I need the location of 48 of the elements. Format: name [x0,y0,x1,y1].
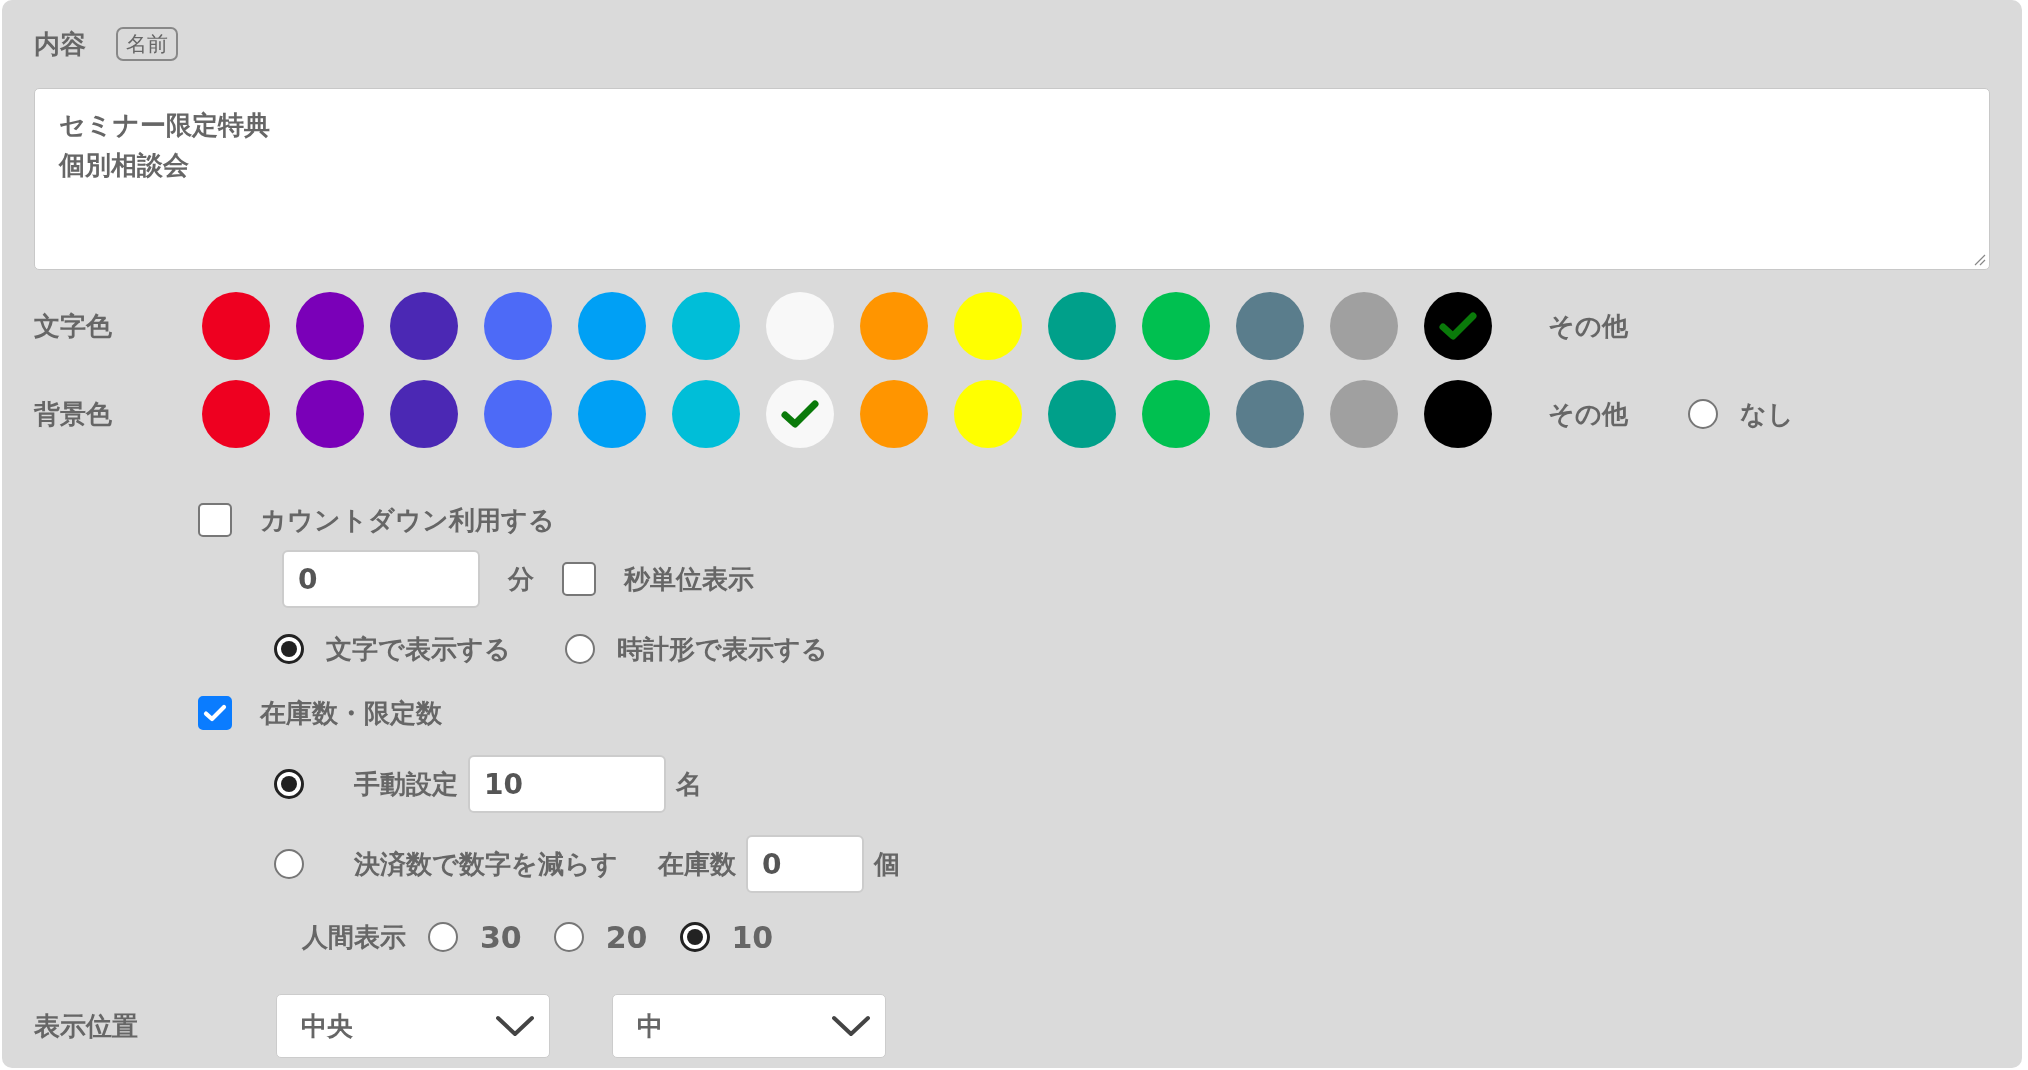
radio-button[interactable] [565,634,595,664]
resize-grip-icon [1974,254,1986,266]
option-label: カウントダウン利用する [260,503,555,537]
row-label: 文字色 [34,309,113,343]
other-color-link[interactable]: その他 [1548,308,1688,344]
unit-label: 個 [874,847,900,881]
section-title: 内容 [34,27,86,61]
option-label: 10 [731,919,774,955]
option-label: 手動設定 [354,767,458,801]
chevron-down-icon [831,1015,871,1037]
radio-button[interactable] [274,849,304,879]
radio-button[interactable] [553,922,584,952]
row-label: 背景色 [34,397,113,431]
check-icon [1438,311,1478,341]
radio-button[interactable] [274,634,304,664]
field-label: 人間表示 [302,920,406,954]
radio-button[interactable] [428,922,458,952]
row-label: 表示位置 [34,1009,139,1043]
option-label: 30 [480,919,522,955]
quantity-field[interactable]: 10 [468,755,666,813]
check-icon [780,399,820,429]
dropdown[interactable]: 中 [612,994,886,1058]
checkbox[interactable] [198,503,232,537]
checkbox[interactable] [562,562,596,596]
unit-label: 名 [676,767,702,801]
dropdown[interactable]: 中央 [276,994,550,1058]
text-line: 個別相談会 [59,149,189,182]
stock-field[interactable]: 0 [746,835,864,893]
unit-label: 分 [508,562,534,596]
option-label: 在庫数・限定数 [260,696,442,730]
name-tag: 名前 [116,27,178,61]
radio-button[interactable] [274,769,304,799]
content-textarea[interactable]: セミナー限定特典 個別相談会 [34,88,1990,270]
field-label: 在庫数 [658,847,736,881]
option-label: 秒単位表示 [624,562,754,596]
radio-button[interactable] [679,922,710,952]
chevron-down-icon [495,1015,535,1037]
minutes-field[interactable]: 0 [282,550,480,608]
option-label: 文字で表示する [326,632,511,666]
option-label: 決済数で数字を減らす [354,847,618,881]
option-label: 20 [605,919,648,955]
check-icon [203,704,227,722]
text-line: セミナー限定特典 [59,109,270,142]
option-label: 時計形で表示する [617,632,828,666]
other-color-link[interactable]: その他 [1548,396,1688,432]
option-label: なし [1740,397,1794,431]
radio-button[interactable] [1688,399,1718,429]
checkbox[interactable] [198,696,232,730]
